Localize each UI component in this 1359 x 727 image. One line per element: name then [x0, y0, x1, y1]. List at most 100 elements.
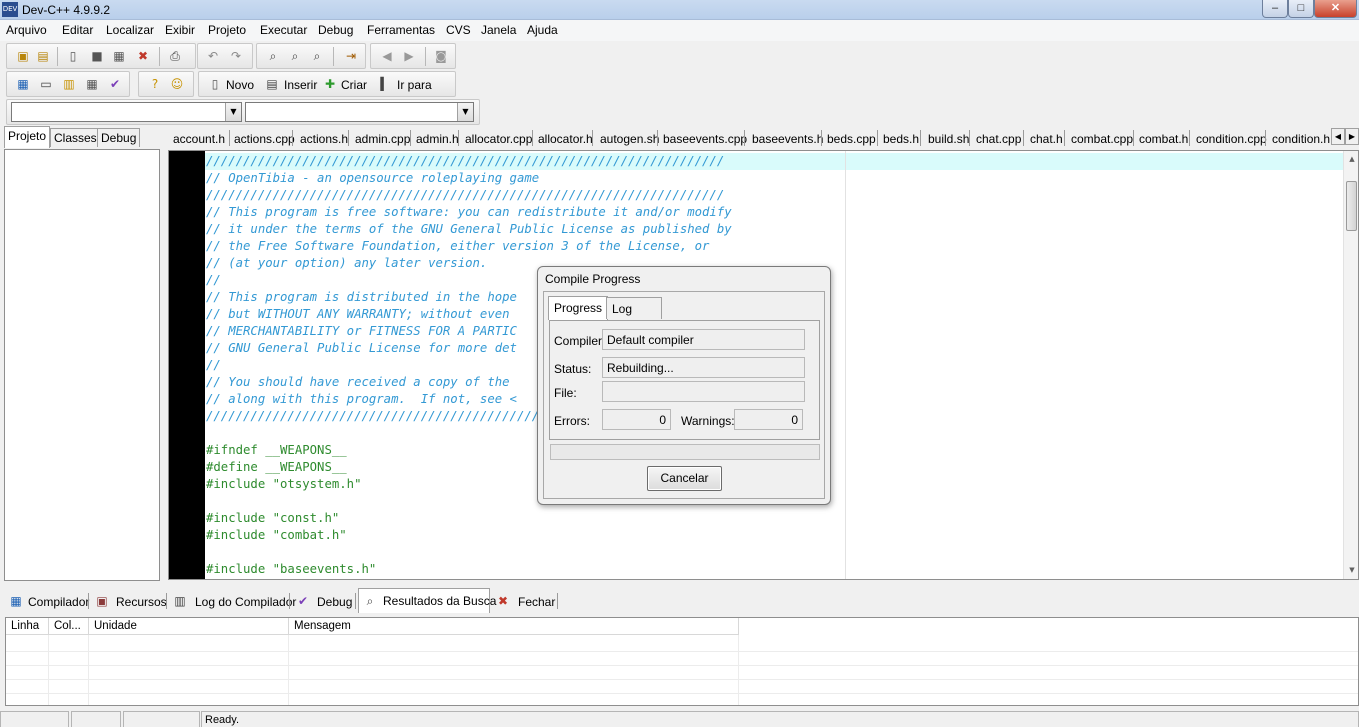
code-line[interactable]: // [206, 357, 221, 374]
tab-projeto[interactable]: Projeto [4, 126, 51, 148]
code-line[interactable]: // it under the terms of the GNU General… [206, 221, 732, 238]
file-tab[interactable]: allocator.cpp [465, 130, 532, 149]
bookmark-icon[interactable]: ◙ [433, 48, 449, 64]
goto-line-icon[interactable]: ⇥ [343, 48, 359, 64]
undo-icon[interactable]: ↶ [205, 48, 221, 64]
file-tab[interactable]: chat.h [1030, 130, 1063, 149]
chevron-right-icon[interactable]: ▶ [1345, 128, 1359, 145]
scroll-up-icon[interactable]: ▲ [1347, 154, 1357, 164]
help-icon[interactable]: ? [147, 76, 163, 92]
chevron-down-icon[interactable]: ▼ [225, 103, 241, 121]
file-tab[interactable]: account.h [173, 130, 225, 149]
tab-progress[interactable]: Progress [548, 296, 609, 320]
file-tab[interactable]: beds.cpp [827, 130, 876, 149]
close-button[interactable]: ✕ [1314, 0, 1357, 18]
menu-projeto[interactable]: Projeto [208, 23, 246, 37]
code-line[interactable]: #ifndef __WEAPONS__ [206, 442, 347, 459]
file-tab[interactable]: baseevents.cpp [663, 130, 747, 149]
code-line[interactable]: // This program is distributed in the ho… [206, 289, 517, 306]
file-tab[interactable]: combat.h [1139, 130, 1188, 149]
code-line[interactable]: #include "combat.h" [206, 527, 347, 544]
code-line[interactable]: #include "baseevents.h" [206, 561, 376, 578]
code-line[interactable]: // (at your option) any later version. [206, 255, 487, 272]
file-tab[interactable]: chat.cpp [976, 130, 1021, 149]
code-line[interactable]: // You should have received a copy of th… [206, 374, 510, 391]
code-line[interactable]: // along with this program. If not, see … [206, 391, 517, 408]
code-line[interactable]: // [206, 272, 221, 289]
file-tab[interactable]: combat.cpp [1071, 130, 1133, 149]
member-combo[interactable]: ▼ [245, 102, 474, 122]
file-tab[interactable]: autogen.sh [600, 130, 659, 149]
column-header-col[interactable]: Col... [49, 618, 89, 635]
project-tree-panel[interactable] [4, 149, 160, 581]
back-icon[interactable]: ◀ [379, 48, 395, 64]
tab-compilador[interactable]: ▦ Compilador [8, 590, 89, 612]
chevron-left-icon[interactable]: ◀ [1331, 128, 1345, 145]
insert-icon[interactable]: ▤ [264, 76, 280, 92]
chevron-down-icon[interactable]: ▼ [457, 103, 473, 121]
file-tab[interactable]: baseevents.h [752, 130, 823, 149]
maximize-button[interactable]: □ [1288, 0, 1314, 18]
tab-resultados-da-busca[interactable]: ⌕ Resultados da Busca [358, 588, 496, 613]
code-line[interactable]: ////////////////////////////////////////… [206, 408, 576, 425]
code-line[interactable]: #include "otsystem.h" [206, 476, 361, 493]
file-tab[interactable]: beds.h [883, 130, 919, 149]
tab-debug[interactable]: Debug [97, 128, 141, 147]
save-icon[interactable]: ■ [89, 48, 105, 64]
forward-icon[interactable]: ▶ [401, 48, 417, 64]
create-icon[interactable]: ✚ [322, 76, 338, 92]
file-tab[interactable]: actions.h [300, 130, 348, 149]
close-file-icon[interactable]: ✖ [135, 48, 151, 64]
code-line[interactable]: // but WITHOUT ANY WARRANTY; without eve… [206, 306, 510, 323]
menu-janela[interactable]: Janela [481, 23, 516, 37]
tab-debug-output[interactable]: ✔ Debug [295, 590, 355, 612]
menu-localizar[interactable]: Localizar [106, 23, 154, 37]
debug-check-icon[interactable]: ✔ [107, 76, 123, 92]
file-tab[interactable]: actions.cpp [234, 130, 295, 149]
column-header-mensagem[interactable]: Mensagem [289, 618, 739, 635]
compile-run-icon[interactable]: ▥ [61, 76, 77, 92]
scroll-down-icon[interactable]: ▼ [1347, 565, 1357, 575]
tab-log-do-compilador[interactable]: ▥ Log do Compilador [172, 590, 296, 612]
code-line[interactable]: // MERCHANTABILITY or FITNESS FOR A PART… [206, 323, 517, 340]
redo-icon[interactable]: ↷ [228, 48, 244, 64]
code-line[interactable]: // the Free Software Foundation, either … [206, 238, 709, 255]
file-tab[interactable]: condition.cpp [1196, 130, 1267, 149]
print-icon[interactable]: ⎙ [167, 48, 183, 64]
goto-icon[interactable]: ▍ [377, 76, 393, 92]
open-file-icon[interactable]: ▤ [35, 48, 51, 64]
file-tab[interactable]: admin.cpp [355, 130, 410, 149]
find-next-icon[interactable]: ⌕ [309, 48, 325, 64]
code-line[interactable]: // OpenTibia - an opensource roleplaying… [206, 170, 539, 187]
run-icon[interactable]: ▭ [38, 76, 54, 92]
menu-ajuda[interactable]: Ajuda [527, 23, 558, 37]
file-tab[interactable]: admin.h [416, 130, 459, 149]
code-line[interactable]: // This program is free software: you ca… [206, 204, 732, 221]
new-class-icon[interactable]: ▯ [207, 76, 223, 92]
code-line[interactable]: #include "const.h" [206, 510, 339, 527]
tab-log[interactable]: Log [606, 297, 662, 319]
inserir-button[interactable]: Inserir [284, 78, 317, 92]
new-file-icon[interactable]: ▯ [65, 48, 81, 64]
novo-button[interactable]: Novo [226, 78, 254, 92]
file-tab[interactable]: allocator.h [538, 130, 593, 149]
code-line[interactable]: #define __WEAPONS__ [206, 459, 347, 476]
save-all-icon[interactable]: ▦ [111, 48, 127, 64]
rebuild-icon[interactable]: ▦ [84, 76, 100, 92]
criar-button[interactable]: Criar [341, 78, 367, 92]
code-line[interactable]: // GNU General Public License for more d… [206, 340, 517, 357]
menu-arquivo[interactable]: Arquivo [6, 23, 47, 37]
class-combo[interactable]: ▼ [11, 102, 242, 122]
menu-editar[interactable]: Editar [62, 23, 93, 37]
about-smiley-icon[interactable]: ☺ [169, 76, 185, 92]
replace-icon[interactable]: ⌕ [287, 48, 303, 64]
scrollbar-thumb[interactable] [1346, 181, 1357, 231]
tab-recursos[interactable]: ▣ Recursos [94, 590, 166, 612]
column-header-unidade[interactable]: Unidade [89, 618, 289, 635]
cancel-button[interactable]: Cancelar [647, 466, 722, 491]
menu-ferramentas[interactable]: Ferramentas [367, 23, 435, 37]
tab-fechar[interactable]: ✖ Fechar [495, 590, 555, 612]
code-line[interactable]: ////////////////////////////////////////… [206, 187, 724, 204]
search-results-table[interactable]: Linha Col... Unidade Mensagem [5, 617, 1359, 706]
open-project-icon[interactable]: ▣ [15, 48, 31, 64]
